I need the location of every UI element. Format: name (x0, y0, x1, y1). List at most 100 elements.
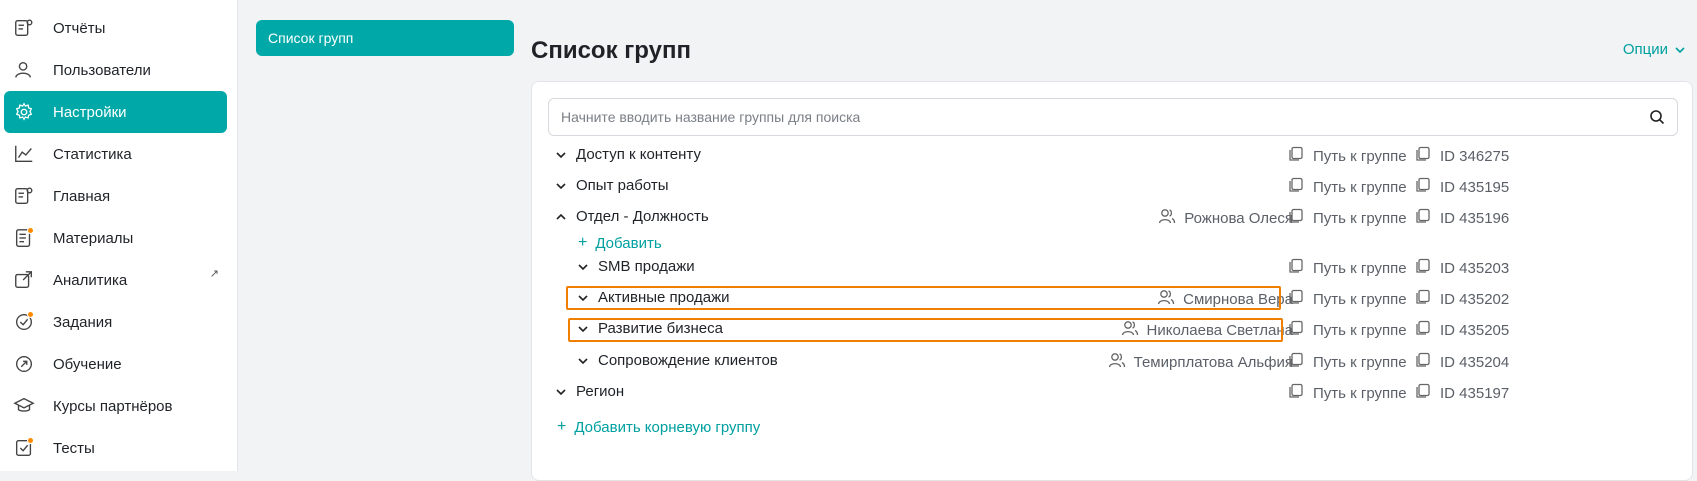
copy-path-button[interactable]: Путь к группе (1288, 320, 1407, 340)
sidebar-item-label: Главная (53, 187, 111, 205)
add-root-group-button-label: Добавить корневую группу (574, 418, 761, 436)
search-box (548, 98, 1678, 136)
group-name: Регион (576, 383, 625, 400)
sidebar-item[interactable]: Обучение (4, 343, 227, 385)
chevron-down-icon[interactable] (575, 353, 591, 369)
copy-path-button[interactable]: Путь к группе (1288, 258, 1407, 278)
sidebar-item[interactable]: Курсы партнёров (4, 385, 227, 427)
plus-icon: + (557, 418, 567, 435)
copy-icon (1288, 320, 1313, 340)
copy-icon (1288, 177, 1313, 197)
sidebar-item-label: Курсы партнёров (53, 397, 173, 415)
group-name: Сопровождение клиентов (598, 352, 778, 369)
sidebar-item[interactable]: Отчёты (4, 7, 227, 49)
group-row[interactable]: Отдел - Должность Рожнова Олеся Путь к г… (532, 202, 1692, 232)
copy-path-button[interactable]: Путь к группе (1288, 289, 1407, 309)
sidebar: Отчёты Пользователи Настройки Статистика Гла… (0, 0, 238, 471)
group-id: ID 435195 (1440, 178, 1510, 196)
learning-icon (12, 352, 36, 376)
sidebar-item-label: Пользователи (53, 61, 151, 79)
copy-id-button[interactable]: ID 435205 (1415, 320, 1509, 340)
copy-id-button[interactable]: ID 435195 (1415, 177, 1509, 197)
group-row[interactable]: Сопровождение клиентов Темирплатова Альф… (532, 346, 1692, 376)
copy-icon (1415, 208, 1440, 228)
sidebar-item[interactable]: Аналитика ↗ (4, 259, 227, 301)
task-check-icon (12, 310, 36, 334)
subpanel-item-group-list[interactable]: Список групп (256, 20, 514, 56)
copy-id-button[interactable]: ID 435196 (1415, 208, 1509, 228)
sidebar-item[interactable]: Статистика (4, 133, 227, 175)
group-name: Доступ к контенту (576, 146, 701, 163)
sidebar-item-label: Обучение (53, 355, 122, 373)
copy-id-button[interactable]: ID 435203 (1415, 258, 1509, 278)
materials-icon (12, 226, 36, 250)
sidebar-item[interactable]: Настройки (4, 91, 227, 133)
copy-icon (1415, 258, 1440, 278)
add-subgroup-button[interactable]: + Добавить (578, 234, 662, 252)
test-icon (12, 436, 36, 460)
copy-icon (1415, 320, 1440, 340)
copy-path-button[interactable]: Путь к группе (1288, 146, 1407, 166)
path-label: Путь к группе (1313, 147, 1407, 165)
sidebar-item[interactable]: Пользователи (4, 49, 227, 91)
copy-path-button[interactable]: Путь к группе (1288, 208, 1407, 228)
group-list-card: Доступ к контенту Путь к группе ID 34627… (531, 81, 1693, 481)
copy-id-button[interactable]: ID 346275 (1415, 146, 1509, 166)
copy-id-button[interactable]: ID 435202 (1415, 289, 1509, 309)
group-owner-name: Рожнова Олеся (1184, 209, 1293, 227)
copy-icon (1288, 146, 1313, 166)
copy-icon (1288, 289, 1313, 309)
group-id: ID 435205 (1440, 321, 1510, 339)
sidebar-item-label: Тесты (53, 439, 95, 457)
copy-icon (1288, 383, 1313, 403)
path-label: Путь к группе (1313, 209, 1407, 227)
copy-id-button[interactable]: ID 435204 (1415, 352, 1509, 372)
group-row[interactable]: SMB продажи Путь к группе ID 435203 (532, 252, 1692, 282)
sidebar-item[interactable]: Задания (4, 301, 227, 343)
main-content: Список групп Опции Доступ к контенту Пут… (524, 0, 1697, 481)
chevron-down-icon[interactable] (553, 147, 569, 163)
sidebar-item-label: Настройки (53, 103, 127, 121)
sidebar-item[interactable]: Тесты (4, 427, 227, 469)
copy-path-button[interactable]: Путь к группе (1288, 383, 1407, 403)
sidebar-item[interactable]: Главная (4, 175, 227, 217)
group-owner: Рожнова Олеся (1158, 208, 1293, 228)
group-id: ID 435196 (1440, 209, 1510, 227)
copy-icon (1288, 258, 1313, 278)
chevron-down-icon[interactable] (575, 259, 591, 275)
group-owner: Темирплатова Альфия (1108, 352, 1293, 372)
path-label: Путь к группе (1313, 259, 1407, 277)
chevron-up-icon[interactable] (553, 209, 569, 225)
sidebar-item-label: Аналитика (53, 271, 128, 289)
copy-id-button[interactable]: ID 435197 (1415, 383, 1509, 403)
group-id: ID 346275 (1440, 147, 1510, 165)
chevron-down-icon[interactable] (553, 384, 569, 400)
notification-badge (27, 437, 34, 444)
copy-path-button[interactable]: Путь к группе (1288, 177, 1407, 197)
search-input[interactable] (561, 109, 1649, 125)
group-row[interactable]: Доступ к контенту Путь к группе ID 34627… (532, 140, 1692, 170)
report-icon (12, 16, 36, 40)
group-name: Опыт работы (576, 177, 669, 194)
chevron-down-icon[interactable] (553, 178, 569, 194)
group-id: ID 435204 (1440, 353, 1510, 371)
copy-icon (1415, 289, 1440, 309)
group-row[interactable]: Регион Путь к группе ID 435197 (532, 377, 1692, 407)
add-subgroup-button-label: Добавить (595, 234, 662, 252)
sidebar-item[interactable]: Материалы (4, 217, 227, 259)
plus-icon: + (578, 234, 588, 251)
copy-icon (1288, 208, 1313, 228)
sidebar-item-label: Материалы (53, 229, 134, 247)
copy-path-button[interactable]: Путь к группе (1288, 352, 1407, 372)
copy-icon (1415, 146, 1440, 166)
search-icon[interactable] (1649, 109, 1665, 125)
users-icon (1108, 352, 1134, 372)
external-link-icon (12, 268, 36, 292)
notification-badge (27, 227, 34, 234)
options-label: Опции (1622, 41, 1668, 58)
group-row[interactable]: Опыт работы Путь к группе ID 435195 (532, 171, 1692, 201)
add-root-group-button[interactable]: + Добавить корневую группу (557, 418, 760, 436)
chart-line-icon (12, 142, 36, 166)
path-label: Путь к группе (1313, 321, 1407, 339)
options-dropdown[interactable]: Опции (1623, 41, 1686, 58)
